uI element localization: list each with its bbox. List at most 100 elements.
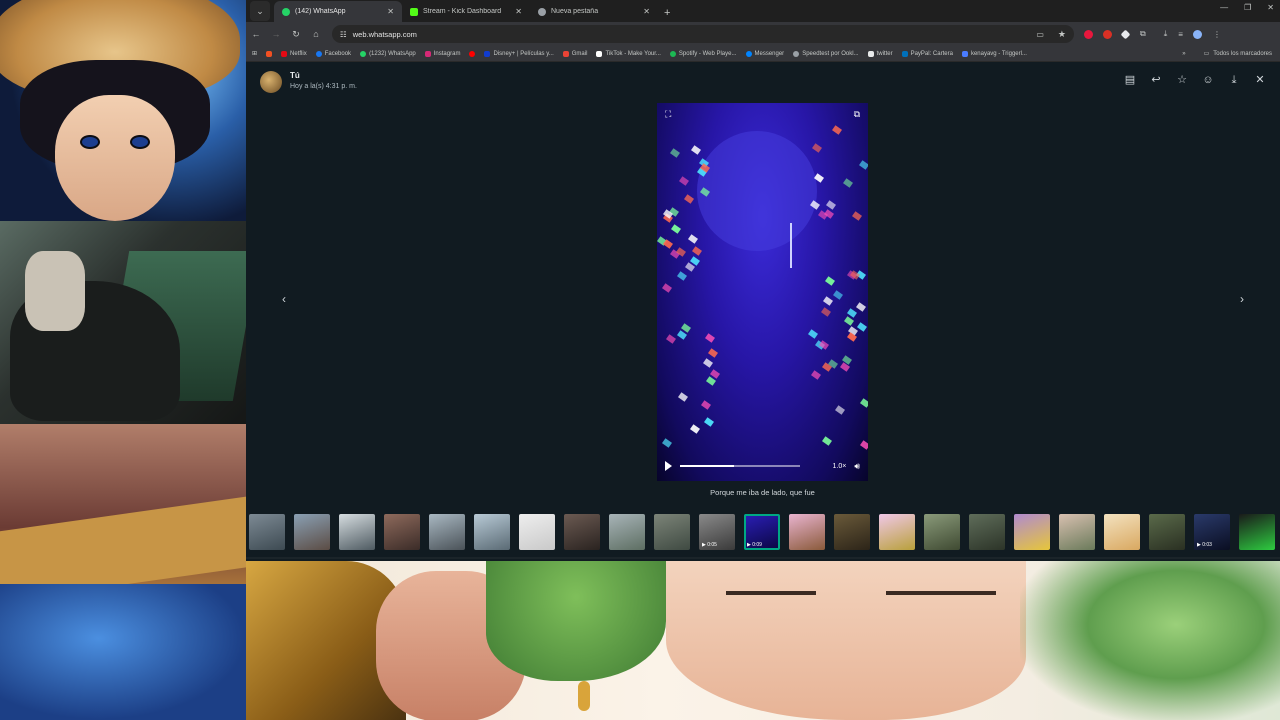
media-thumbnail[interactable] xyxy=(429,514,465,550)
bookmark-tiktok[interactable]: TikTok - Make Your... xyxy=(596,51,660,57)
back-icon[interactable]: ← xyxy=(246,29,266,39)
media-thumbnail[interactable] xyxy=(249,514,285,550)
media-thumbnail[interactable]: ▶ 0:09 xyxy=(744,514,780,550)
webcam-feed xyxy=(0,221,246,424)
download-icon[interactable]: ⤓ xyxy=(1164,29,1168,39)
media-thumbnail[interactable] xyxy=(1059,514,1095,550)
emoji-react-icon[interactable]: ☺ xyxy=(1202,74,1214,86)
media-thumbnail[interactable] xyxy=(789,514,825,550)
spotify-icon xyxy=(670,51,676,57)
media-thumbnail[interactable]: ▶ 0:03 xyxy=(1194,514,1230,550)
restore-icon[interactable]: ❐ xyxy=(1244,3,1251,12)
bookmark-facebook[interactable]: Facebook xyxy=(316,51,351,57)
media-thumbnail[interactable] xyxy=(1104,514,1140,550)
chevron-right-icon[interactable]: » xyxy=(1182,51,1185,57)
avatar[interactable] xyxy=(260,71,282,93)
media-thumbnail[interactable] xyxy=(474,514,510,550)
install-app-icon[interactable]: ▭ xyxy=(1036,30,1044,39)
face xyxy=(55,95,175,221)
play-icon[interactable] xyxy=(665,461,672,471)
media-thumbnail[interactable]: ▶ 0:05 xyxy=(699,514,735,550)
apps-icon[interactable]: ⊞ xyxy=(252,50,257,57)
next-media-arrow-icon[interactable]: › xyxy=(1240,292,1244,306)
light-streak xyxy=(811,370,821,380)
bookmark-messenger[interactable]: Messenger xyxy=(746,51,785,57)
media-thumbnail[interactable] xyxy=(609,514,645,550)
eye xyxy=(80,135,100,149)
bookmark-paypal[interactable]: PayPal: Cartera xyxy=(902,51,953,57)
thumbnail-scrollbar[interactable] xyxy=(246,557,1280,559)
reload-icon[interactable]: ↻ xyxy=(286,29,306,40)
profile-avatar[interactable] xyxy=(1193,30,1202,39)
download-icon[interactable]: ⤓ xyxy=(1228,74,1240,86)
media-thumbnail[interactable] xyxy=(924,514,960,550)
bookmark-star-icon[interactable]: ★ xyxy=(1058,29,1066,40)
menu-icon[interactable]: ⋮ xyxy=(1213,30,1221,39)
media-thumbnail[interactable] xyxy=(1239,514,1275,550)
close-window-icon[interactable]: ✕ xyxy=(1267,3,1274,12)
bookmark-speedtest[interactable]: Speedtest por Ookl... xyxy=(793,51,858,57)
tab-kick-dashboard[interactable]: Stream - Kick Dashboard ✕ xyxy=(402,1,530,22)
bookmark-youtube[interactable] xyxy=(469,51,475,57)
tab-search-button[interactable]: ⌄ xyxy=(250,1,270,21)
media-thumbnail[interactable] xyxy=(339,514,375,550)
minimize-icon[interactable]: — xyxy=(1220,3,1228,12)
light-streak xyxy=(705,333,715,343)
media-control-icon[interactable]: ≡ xyxy=(1178,30,1183,39)
new-tab-button[interactable]: + xyxy=(664,7,670,19)
viewer-actions: ▤ ↩ ☆ ☺ ⤓ ✕ xyxy=(1124,74,1266,86)
figurine xyxy=(25,251,85,331)
video-progress-fill xyxy=(680,465,734,467)
media-thumbnail[interactable] xyxy=(654,514,690,550)
folder-icon: ▭ xyxy=(1204,50,1210,57)
close-icon[interactable]: ✕ xyxy=(387,7,394,16)
media-thumbnail[interactable] xyxy=(1014,514,1050,550)
media-thumbnail[interactable] xyxy=(879,514,915,550)
tiktok-icon xyxy=(596,51,602,57)
picture-in-picture-icon[interactable]: ⧉ xyxy=(854,109,860,120)
media-thumbnail[interactable] xyxy=(519,514,555,550)
reply-icon[interactable]: ↩ xyxy=(1150,74,1162,86)
volume-icon[interactable]: 🔊︎ xyxy=(854,461,860,472)
home-icon[interactable]: ⌂ xyxy=(306,29,326,39)
forward-icon[interactable]: → xyxy=(266,29,286,39)
go-to-message-icon[interactable]: ▤ xyxy=(1124,74,1136,86)
media-thumbnail[interactable] xyxy=(294,514,330,550)
extensions-puzzle-icon[interactable]: ⧉ xyxy=(1140,29,1146,39)
close-icon[interactable]: ✕ xyxy=(1254,74,1266,86)
bookmark-instagram[interactable]: Instagram xyxy=(425,51,461,57)
video-progress-bar[interactable] xyxy=(680,465,800,467)
adblock-extension-icon[interactable] xyxy=(1084,30,1093,39)
bookmark-whatsapp[interactable]: (1232) WhatsApp xyxy=(360,51,416,57)
close-icon[interactable]: ✕ xyxy=(643,7,650,16)
address-bar[interactable]: ☷ web.whatsapp.com ▭ ★ xyxy=(332,25,1074,43)
all-bookmarks-folder[interactable]: » ▭ Todos los marcadores xyxy=(1182,50,1272,57)
star-icon[interactable]: ☆ xyxy=(1176,74,1188,86)
media-thumbnail[interactable] xyxy=(834,514,870,550)
site-info-icon[interactable]: ☷ xyxy=(340,30,347,39)
close-icon[interactable]: ✕ xyxy=(515,7,522,16)
tab-whatsapp[interactable]: (142) WhatsApp ✕ xyxy=(274,1,402,22)
media-thumbnail[interactable] xyxy=(969,514,1005,550)
tab-new-tab[interactable]: Nueva pestaña ✕ xyxy=(530,1,658,22)
media-thumbnail[interactable] xyxy=(1149,514,1185,550)
youtube-icon xyxy=(469,51,475,57)
media-thumbnail[interactable] xyxy=(384,514,420,550)
light-streak xyxy=(662,283,672,293)
previous-media-arrow-icon[interactable]: ‹ xyxy=(282,292,286,306)
light-streak xyxy=(679,176,689,186)
extension-icon[interactable] xyxy=(1103,30,1112,39)
extension-icon[interactable] xyxy=(1121,29,1131,39)
windows-icon[interactable] xyxy=(266,51,272,57)
bookmark-disney[interactable]: Disney+ | Películas y... xyxy=(484,51,553,57)
media-thumbnail[interactable] xyxy=(564,514,600,550)
bookmark-spotify[interactable]: Spotify - Web Playe... xyxy=(670,51,737,57)
playback-speed-button[interactable]: 1.0× xyxy=(833,463,847,470)
bookmark-gmail[interactable]: Gmail xyxy=(563,51,588,57)
light-streak xyxy=(691,145,701,155)
fullscreen-icon[interactable]: ⛶ xyxy=(665,109,671,120)
bookmark-netflix[interactable]: Netflix xyxy=(281,51,307,57)
bookmark-kenayavg[interactable]: kenayavg - Triggerl... xyxy=(962,51,1027,57)
video-player[interactable]: ⛶ ⧉ 1.0× 🔊︎ xyxy=(657,103,868,481)
bookmark-twitter[interactable]: twitter xyxy=(868,51,893,57)
